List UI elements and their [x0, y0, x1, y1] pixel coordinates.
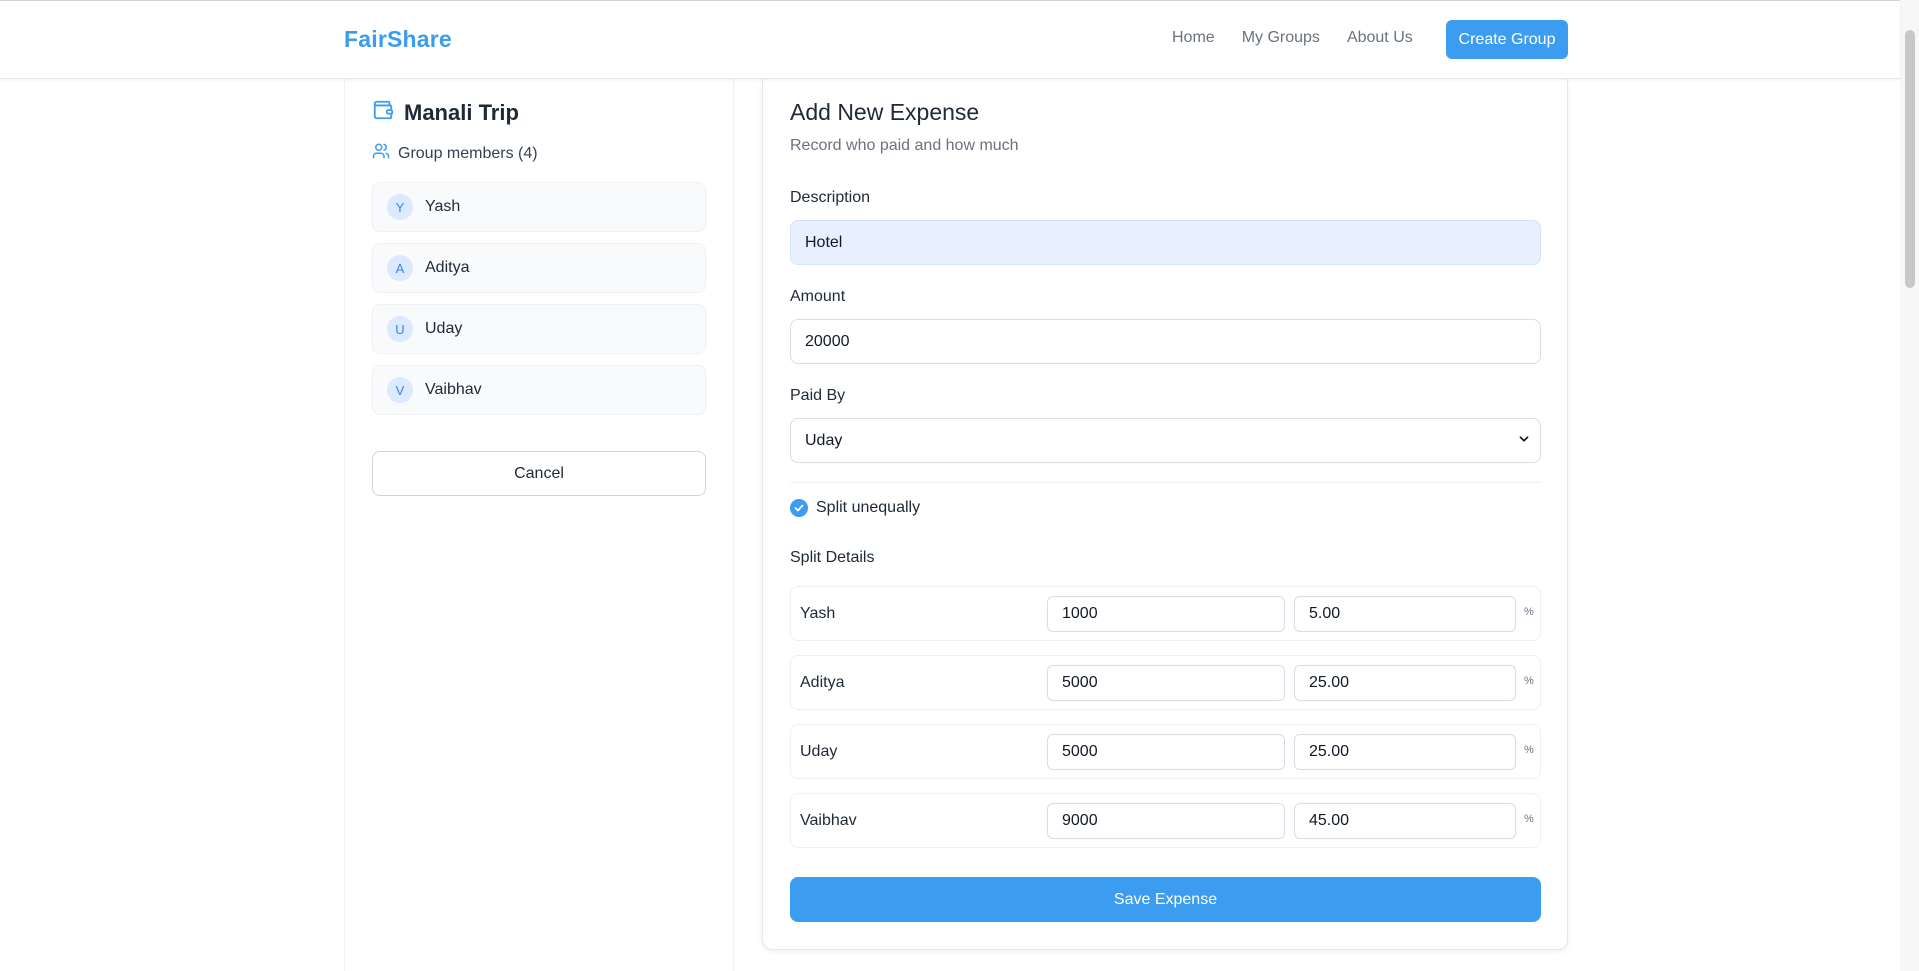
split-details-list: Yash 1000 5.00 % Aditya 5000 25.00 % Uda…	[790, 586, 1541, 862]
avatar: A	[387, 255, 413, 281]
split-amount-input[interactable]: 5000	[1047, 665, 1285, 701]
nav-about-us-link[interactable]: About Us	[1347, 29, 1413, 47]
split-amount-input[interactable]: 5000	[1047, 734, 1285, 770]
split-amount-input[interactable]: 1000	[1047, 596, 1285, 632]
group-name: Manali Trip	[404, 99, 519, 125]
group-sidebar: Manali Trip Group members (4) Y Yash A A…	[344, 79, 734, 971]
create-group-button[interactable]: Create Group	[1446, 20, 1568, 59]
avatar: Y	[387, 194, 413, 220]
main-nav: Home My Groups About Us	[1172, 29, 1440, 47]
split-member-name: Yash	[800, 605, 836, 622]
avatar: U	[387, 316, 413, 342]
split-percent-input[interactable]: 25.00	[1294, 734, 1516, 770]
top-navbar: FairShare Home My Groups About Us Create…	[0, 1, 1900, 79]
checkbox-checked-icon[interactable]	[790, 499, 808, 517]
paid-by-select[interactable]: Uday	[790, 418, 1541, 463]
save-expense-button[interactable]: Save Expense	[790, 877, 1541, 922]
chevron-down-icon	[1517, 432, 1531, 451]
divider	[790, 482, 1541, 483]
member-list: Y Yash A Aditya U Uday V Vaibhav	[372, 182, 706, 426]
percent-sign: %	[1524, 744, 1534, 756]
form-subtitle: Record who paid and how much	[790, 137, 1019, 154]
group-members-count: Group members (4)	[398, 144, 538, 162]
member-item-uday: U Uday	[372, 304, 706, 354]
member-name: Uday	[425, 320, 463, 337]
form-title: Add New Expense	[790, 99, 980, 125]
member-name: Aditya	[425, 259, 470, 276]
percent-sign: %	[1524, 606, 1534, 618]
split-percent-input[interactable]: 5.00	[1294, 596, 1516, 632]
split-row-vaibhav: Vaibhav 9000 45.00 %	[790, 793, 1541, 848]
cancel-button[interactable]: Cancel	[372, 451, 706, 496]
group-header: Manali Trip	[372, 99, 519, 126]
split-member-name: Vaibhav	[800, 812, 857, 829]
split-details-heading: Split Details	[790, 549, 875, 566]
amount-label: Amount	[790, 288, 846, 305]
description-label: Description	[790, 189, 871, 206]
split-amount-input[interactable]: 9000	[1047, 803, 1285, 839]
split-unequally-label: Split unequally	[816, 499, 921, 516]
member-item-vaibhav: V Vaibhav	[372, 365, 706, 415]
split-row-uday: Uday 5000 25.00 %	[790, 724, 1541, 779]
split-percent-input[interactable]: 25.00	[1294, 665, 1516, 701]
member-name: Yash	[425, 198, 461, 215]
wallet-icon	[372, 99, 394, 126]
member-item-yash: Y Yash	[372, 182, 706, 232]
paid-by-selected-value: Uday	[790, 418, 1541, 463]
member-name: Vaibhav	[425, 381, 482, 398]
split-unequally-toggle[interactable]: Split unequally	[790, 499, 920, 517]
split-percent-input[interactable]: 45.00	[1294, 803, 1516, 839]
add-expense-form: Add New Expense Record who paid and how …	[762, 79, 1568, 950]
percent-sign: %	[1524, 813, 1534, 825]
app-logo[interactable]: FairShare	[344, 26, 452, 53]
member-item-aditya: A Aditya	[372, 243, 706, 293]
paid-by-label: Paid By	[790, 387, 846, 404]
avatar: V	[387, 377, 413, 403]
nav-home-link[interactable]: Home	[1172, 29, 1215, 47]
users-icon	[372, 142, 390, 165]
group-members-heading: Group members (4)	[372, 142, 538, 165]
split-row-aditya: Aditya 5000 25.00 %	[790, 655, 1541, 710]
split-row-yash: Yash 1000 5.00 %	[790, 586, 1541, 641]
scrollbar-thumb[interactable]	[1905, 30, 1915, 288]
amount-field[interactable]	[790, 319, 1541, 364]
percent-sign: %	[1524, 675, 1534, 687]
split-member-name: Aditya	[800, 674, 845, 691]
page-scrollbar[interactable]	[1900, 0, 1919, 971]
split-member-name: Uday	[800, 743, 838, 760]
description-field[interactable]	[790, 220, 1541, 265]
nav-my-groups-link[interactable]: My Groups	[1242, 29, 1320, 47]
